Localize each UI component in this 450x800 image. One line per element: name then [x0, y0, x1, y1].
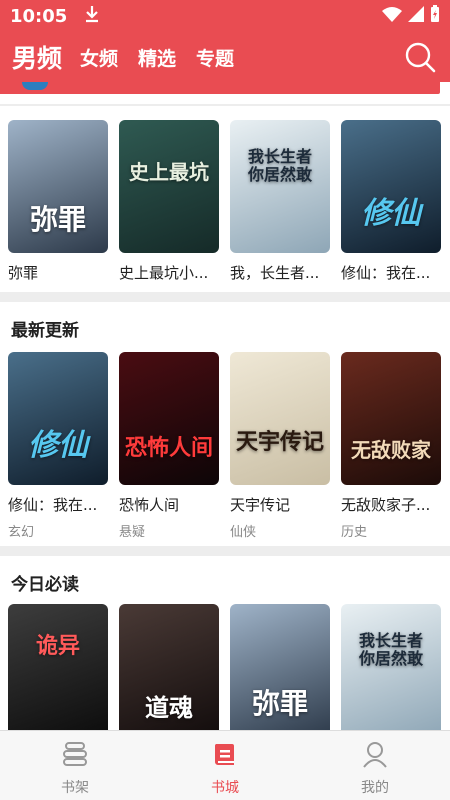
- nav-label: 我的: [361, 780, 389, 796]
- book-cover: 道魂: [119, 604, 219, 730]
- content-scroll[interactable]: 弥罪 弥罪 史上最坑 史上最坑小... 我长生者你居然敢 我，长生者... 修仙…: [0, 82, 450, 730]
- book-category: 历史: [341, 525, 368, 540]
- book-category: 仙侠: [230, 525, 257, 540]
- book-card[interactable]: 我长生者你居然敢: [341, 604, 441, 730]
- book-card[interactable]: 恐怖人间 恐怖人间 悬疑: [119, 352, 219, 540]
- signal-icon: [408, 6, 424, 26]
- tab-featured[interactable]: 精选: [138, 44, 176, 71]
- book-cover: 修仙: [8, 352, 108, 485]
- book-cover: 恐怖人间: [119, 352, 219, 485]
- battery-icon: [430, 5, 440, 27]
- book-cover: 诡异: [8, 604, 108, 730]
- download-icon: [85, 5, 99, 27]
- book-category: 悬疑: [119, 525, 146, 540]
- nav-label: 书城: [211, 780, 239, 796]
- top-tab-bar: 男频 女频 精选 专题: [0, 32, 450, 82]
- wifi-icon: [382, 6, 402, 26]
- banner-peek[interactable]: [0, 82, 450, 104]
- nav-profile[interactable]: 我的: [300, 731, 450, 800]
- status-time: 10:05: [10, 5, 68, 27]
- book-cover: 弥罪: [230, 604, 330, 730]
- book-card[interactable]: 道魂: [119, 604, 219, 730]
- bottom-nav: 书架 书城 我的: [0, 730, 450, 800]
- book-title: 无敌败家子...: [341, 496, 431, 514]
- book-title: 史上最坑小...: [119, 264, 209, 282]
- bookstore-icon: [210, 739, 240, 773]
- nav-label: 书架: [61, 780, 89, 796]
- book-title: 恐怖人间: [119, 496, 180, 514]
- status-bar: 10:05: [0, 0, 450, 32]
- book-card[interactable]: 弥罪: [230, 604, 330, 730]
- section-latest-updates: 最新更新 修仙 修仙：我在... 玄幻 恐怖人间 恐怖人间 悬疑 天宇传记 天宇…: [0, 302, 450, 546]
- book-title: 我，长生者...: [230, 264, 320, 282]
- section-daily-must-read: 今日必读 诡异 道魂 弥罪 我长生者你居然敢: [0, 556, 450, 730]
- tab-male[interactable]: 男频: [12, 39, 62, 75]
- book-card[interactable]: 史上最坑 史上最坑小...: [119, 120, 219, 283]
- book-card[interactable]: 修仙 修仙：我在...: [341, 120, 441, 283]
- bookshelf-icon: [60, 739, 90, 773]
- nav-bookstore[interactable]: 书城: [150, 731, 300, 800]
- book-card[interactable]: 天宇传记 天宇传记 仙侠: [230, 352, 330, 540]
- section-title: 今日必读: [11, 575, 79, 595]
- section-title: 最新更新: [11, 321, 79, 341]
- book-title: 修仙：我在...: [8, 496, 98, 514]
- book-title: 天宇传记: [230, 496, 291, 514]
- search-icon[interactable]: [404, 41, 436, 73]
- book-cover: 天宇传记: [230, 352, 330, 485]
- book-category: 玄幻: [8, 525, 35, 540]
- book-card[interactable]: 诡异: [8, 604, 108, 730]
- book-card[interactable]: 修仙 修仙：我在... 玄幻: [8, 352, 108, 540]
- book-cover: 无敌败家: [341, 352, 441, 485]
- tab-female[interactable]: 女频: [80, 44, 118, 71]
- book-cover: 我长生者你居然敢: [230, 120, 330, 253]
- nav-bookshelf[interactable]: 书架: [0, 731, 150, 800]
- book-cover: 史上最坑: [119, 120, 219, 253]
- book-title: 弥罪: [8, 264, 39, 282]
- section-recommended: 弥罪 弥罪 史上最坑 史上最坑小... 我长生者你居然敢 我，长生者... 修仙…: [0, 106, 450, 292]
- book-card[interactable]: 弥罪 弥罪: [8, 120, 108, 283]
- book-cover: 我长生者你居然敢: [341, 604, 441, 730]
- book-card[interactable]: 我长生者你居然敢 我，长生者...: [230, 120, 330, 283]
- book-card[interactable]: 无敌败家 无敌败家子... 历史: [341, 352, 441, 540]
- book-cover: 修仙: [341, 120, 441, 253]
- book-cover: 弥罪: [8, 120, 108, 253]
- profile-icon: [360, 739, 390, 773]
- tab-topics[interactable]: 专题: [196, 44, 234, 71]
- book-title: 修仙：我在...: [341, 264, 431, 282]
